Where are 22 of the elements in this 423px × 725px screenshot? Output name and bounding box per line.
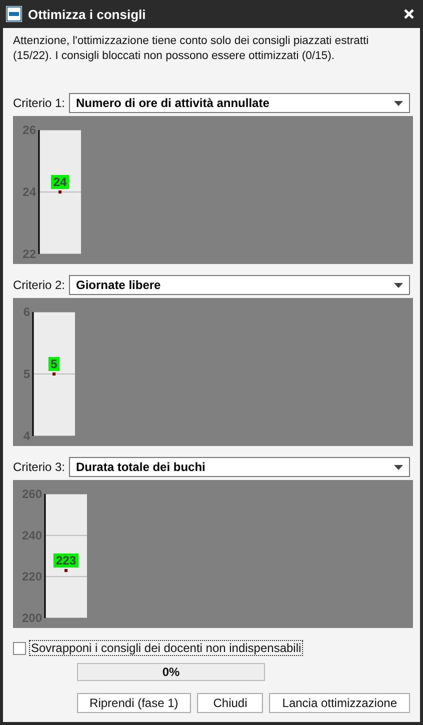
dialog-button[interactable]: Chiudi <box>197 693 264 713</box>
close-icon[interactable] <box>404 9 414 19</box>
dropdown-caret-icon <box>394 100 403 106</box>
criterion-label: Criterio 3: <box>13 460 66 474</box>
criterion-label: Criterio 1: <box>13 96 66 110</box>
checkbox[interactable] <box>13 642 26 654</box>
checkbox-label[interactable]: Sovrapponi i consigli dei docenti non indispensabili <box>29 640 304 656</box>
criterion-dropdown[interactable]: Durata totale dei buchi <box>69 457 410 477</box>
criterion-dropdown[interactable]: Giornate libere <box>69 275 410 295</box>
criterion-label: Criterio 2: <box>13 278 66 292</box>
progress-text: 0% <box>162 665 180 679</box>
notice-text: Attenzione, l'ottimizzazione tiene conto solo dei consigli piazzati estratti (15/22). I consigli bloccati non possono essere ottimizzati (0/15). <box>13 34 370 64</box>
value-label: 24 <box>51 175 69 189</box>
dialog-button[interactable]: Lancia ottimizzazione <box>269 693 410 713</box>
value-label: 5 <box>48 357 60 371</box>
dialog-button[interactable]: Riprendi (fase 1) <box>76 693 192 713</box>
dropdown-caret-icon <box>394 464 403 470</box>
app-logo-icon <box>6 6 22 22</box>
criterion-dropdown[interactable]: Numero di ore di attività annullate <box>69 93 410 113</box>
value-label: 223 <box>54 554 78 568</box>
dropdown-caret-icon <box>394 282 403 288</box>
window-title: Ottimizza i consigli <box>28 6 147 22</box>
